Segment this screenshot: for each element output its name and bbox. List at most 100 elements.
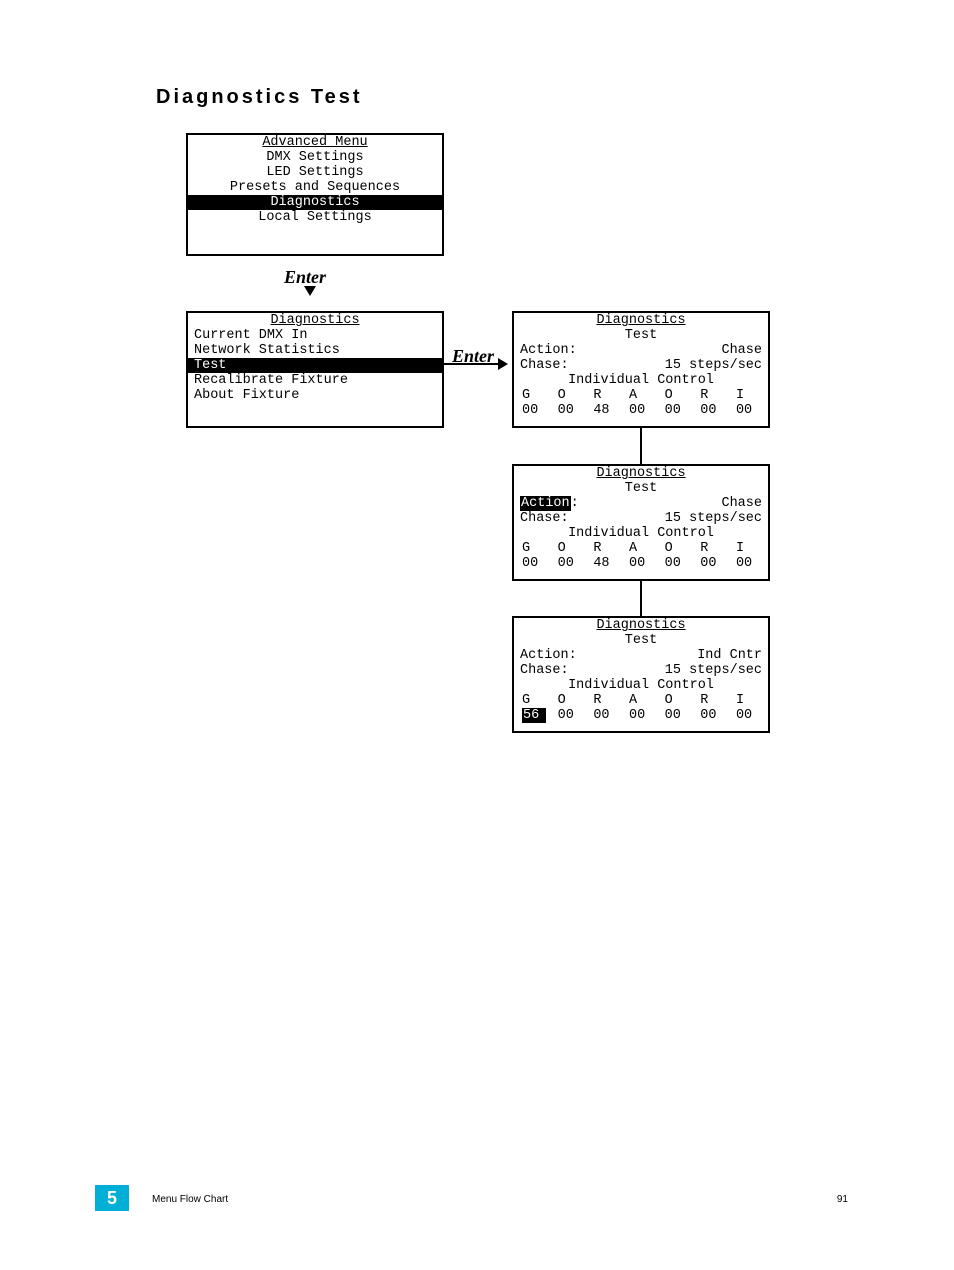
chase-label: Chase: [520,663,569,678]
vline-2 [640,581,642,617]
val: 00 [593,708,617,723]
page-number: 91 [837,1194,848,1205]
test3-indctrl: Individual Control [520,678,762,693]
chapter-badge: 5 [95,1185,129,1211]
val: 00 [665,708,689,723]
action-label: Action: [520,343,577,358]
col-h: O [558,388,582,403]
col-h: I [736,693,760,708]
val: 00 [665,556,689,571]
col-h: O [665,693,689,708]
enter-label-1: Enter [284,267,326,288]
advanced-menu-screen: Advanced Menu DMX Settings LED Settings … [186,133,444,256]
test2-headers: G O R A O R I [520,541,762,556]
test2-action-row: Action: Chase [520,496,762,511]
chase-label: Chase: [520,511,569,526]
arrow-down-icon-1 [304,286,316,296]
chase-label: Chase: [520,358,569,373]
test-screen-3: Diagnostics Test Action: Ind Cntr Chase:… [512,616,770,733]
menu-item-presets[interactable]: Presets and Sequences [188,180,442,195]
val: 00 [736,556,760,571]
footer-label: Menu Flow Chart [152,1194,228,1205]
test2-indctrl: Individual Control [520,526,762,541]
test3-subtitle: Test [514,633,768,648]
test1-action-row: Action: Chase [520,343,762,358]
test1-indctrl: Individual Control [520,373,762,388]
menu-item-local[interactable]: Local Settings [188,210,442,225]
test1-headers: G O R A O R I [520,388,762,403]
test-screen-1: Diagnostics Test Action: Chase Chase: 15… [512,311,770,428]
val: 00 [629,708,653,723]
chase-rate: 15 steps/sec [665,663,762,678]
col-h: R [593,693,617,708]
col-h: I [736,388,760,403]
col-h: A [629,693,653,708]
val: 00 [736,403,760,418]
test3-action-row: Action: Ind Cntr [520,648,762,663]
val: 00 [558,556,582,571]
col-h: O [665,388,689,403]
val: 00 [522,403,546,418]
col-h: R [700,693,724,708]
menu-item-dmx[interactable]: DMX Settings [188,150,442,165]
diagnostics-list-screen: Diagnostics Current DMX In Network Stati… [186,311,444,428]
val: 00 [558,708,582,723]
test1-subtitle: Test [514,328,768,343]
test2-title: Diagnostics [514,466,768,481]
chase-rate: 15 steps/sec [665,511,762,526]
test3-headers: G O R A O R I [520,693,762,708]
col-h: I [736,541,760,556]
diag-item-about[interactable]: About Fixture [188,388,442,403]
test1-title: Diagnostics [514,313,768,328]
diag-item-network[interactable]: Network Statistics [188,343,442,358]
test3-values: 56 00 00 00 00 00 00 [520,708,762,723]
action-label: Action: [520,648,577,663]
col-h: O [665,541,689,556]
menu-item-led[interactable]: LED Settings [188,165,442,180]
val: 48 [593,556,617,571]
vline-1 [640,428,642,464]
menu-item-diagnostics[interactable]: Diagnostics [188,195,442,210]
diag-item-dmxin[interactable]: Current DMX In [188,328,442,343]
val-highlighted[interactable]: 56 [522,708,546,723]
col-h: O [558,541,582,556]
test2-subtitle: Test [514,481,768,496]
val: 00 [700,708,724,723]
val: 00 [629,556,653,571]
action-value: Chase [721,343,762,358]
col-h: G [522,541,546,556]
val: 00 [558,403,582,418]
test3-title: Diagnostics [514,618,768,633]
val: 00 [700,556,724,571]
val: 00 [665,403,689,418]
col-h: R [700,541,724,556]
diag-item-test[interactable]: Test [188,358,442,373]
val: 48 [593,403,617,418]
col-h: O [558,693,582,708]
chase-rate: 15 steps/sec [665,358,762,373]
diag-item-recalibrate[interactable]: Recalibrate Fixture [188,373,442,388]
col-h: A [629,388,653,403]
col-h: G [522,388,546,403]
test2-chase-row: Chase: 15 steps/sec [520,511,762,526]
col-h: R [593,388,617,403]
test1-chase-row: Chase: 15 steps/sec [520,358,762,373]
col-h: A [629,541,653,556]
val: 00 [629,403,653,418]
action-value: Ind Cntr [697,648,762,663]
action-value: Chase [721,496,762,511]
test2-values: 00 00 48 00 00 00 00 [520,556,762,571]
screen2-title: Diagnostics [188,313,442,328]
test3-chase-row: Chase: 15 steps/sec [520,663,762,678]
test1-values: 00 00 48 00 00 00 00 [520,403,762,418]
col-h: R [593,541,617,556]
test-screen-2: Diagnostics Test Action: Chase Chase: 15… [512,464,770,581]
page-title: Diagnostics Test [156,86,363,109]
col-h: R [700,388,724,403]
val: 00 [522,556,546,571]
action-label-highlighted[interactable]: Action [520,496,571,511]
val: 00 [736,708,760,723]
screen1-title: Advanced Menu [188,135,442,150]
enter-label-2: Enter [452,346,494,367]
col-h: G [522,693,546,708]
